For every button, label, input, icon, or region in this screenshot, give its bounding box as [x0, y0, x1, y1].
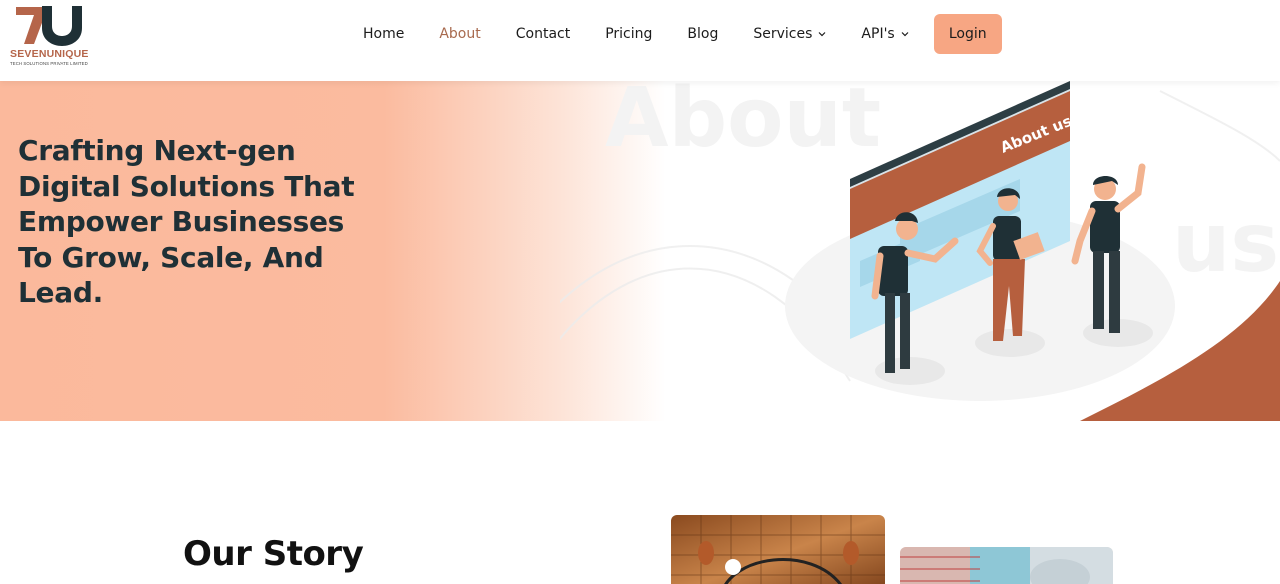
nav-pricing[interactable]: Pricing [605, 26, 652, 42]
site-header: SEVENUNIQUE TECH SOLUTIONS PRIVATE LIMIT… [0, 0, 1280, 81]
nav-pricing-label: Pricing [605, 26, 653, 42]
hero-title: Crafting Next-gen Digital Solutions That… [18, 134, 355, 309]
login-button[interactable]: Login [933, 14, 1002, 54]
logo-mark-icon [16, 6, 82, 46]
team-hands-image [900, 547, 1113, 584]
brand-tagline: TECH SOLUTIONS PRIVATE LIMITED [10, 61, 88, 66]
brand-logo[interactable]: SEVENUNIQUE TECH SOLUTIONS PRIVATE LIMIT… [10, 4, 90, 70]
strategy-board-image [671, 515, 885, 584]
chevron-down-icon [818, 32, 826, 37]
story-image-2 [900, 547, 1113, 584]
nav-apis-label: API's [861, 26, 895, 42]
nav-about-label: About [439, 26, 481, 42]
nav-home-label: Home [363, 26, 405, 42]
nav-services[interactable]: Services [753, 26, 826, 42]
nav-contact[interactable]: Contact [516, 26, 570, 42]
main-nav: Home About Contact Pricing Blog Services… [363, 0, 1002, 68]
watermark-about: About [605, 81, 881, 166]
story-image-1 [671, 515, 885, 584]
nav-home[interactable]: Home [363, 26, 404, 42]
our-story-title: Our Story [183, 534, 364, 574]
nav-blog[interactable]: Blog [687, 26, 718, 42]
nav-services-label: Services [753, 26, 813, 42]
nav-contact-label: Contact [515, 26, 571, 42]
hero-section: Crafting Next-gen Digital Solutions That… [0, 81, 1280, 421]
about-us-illustration: About us About us [560, 81, 1280, 421]
nav-about[interactable]: About [439, 26, 480, 42]
nav-apis[interactable]: API's [861, 26, 909, 42]
brand-name: SEVENUNIQUE [10, 48, 89, 60]
watermark-us: us [1172, 196, 1279, 291]
nav-blog-label: Blog [687, 26, 719, 42]
chevron-down-icon [901, 32, 909, 37]
